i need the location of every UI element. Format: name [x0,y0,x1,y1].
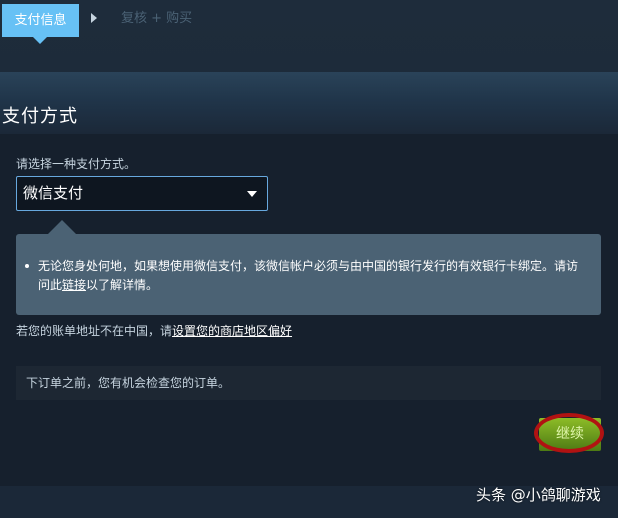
review-notice-box: 下订单之前，您有机会检查您的订单。 [16,366,601,400]
checkout-steps-bar: 支付信息 复核 + 购买 [0,0,618,72]
region-notice: 若您的账单地址不在中国，请设置您的商店地区偏好 [16,322,292,339]
step-payment-info[interactable]: 支付信息 [2,4,79,44]
store-region-link[interactable]: 设置您的商店地区偏好 [172,324,292,338]
chevron-down-icon [247,191,257,197]
wechat-info-box: 无论您身处何地，如果想使用微信支付，该微信帐户必须与由中国的银行发行的有效银行卡… [16,220,601,315]
wechat-info-text: 无论您身处何地，如果想使用微信支付，该微信帐户必须与由中国的银行发行的有效银行卡… [38,257,586,295]
watermark: 头条 @小鸽聊游戏 [476,486,601,504]
payment-method-label: 请选择一种支付方式。 [16,157,137,171]
region-notice-text: 若您的账单地址不在中国，请 [16,324,173,338]
continue-button[interactable]: 继续 [539,418,601,451]
review-notice-text: 下订单之前，您有机会检查您的订单。 [26,376,231,390]
info-text-tail: 以了解详情。 [86,278,159,292]
payment-method-value: 微信支付 [23,184,84,202]
step-review-purchase: 复核 + 购买 [121,11,193,26]
payment-method-select[interactable]: 微信支付 [16,176,268,211]
section-title: 支付方式 [2,106,78,127]
header-band [0,72,618,134]
info-details-link[interactable]: 链接 [62,278,86,292]
step-separator-arrow-icon [91,13,97,23]
bullet-icon [25,264,29,268]
